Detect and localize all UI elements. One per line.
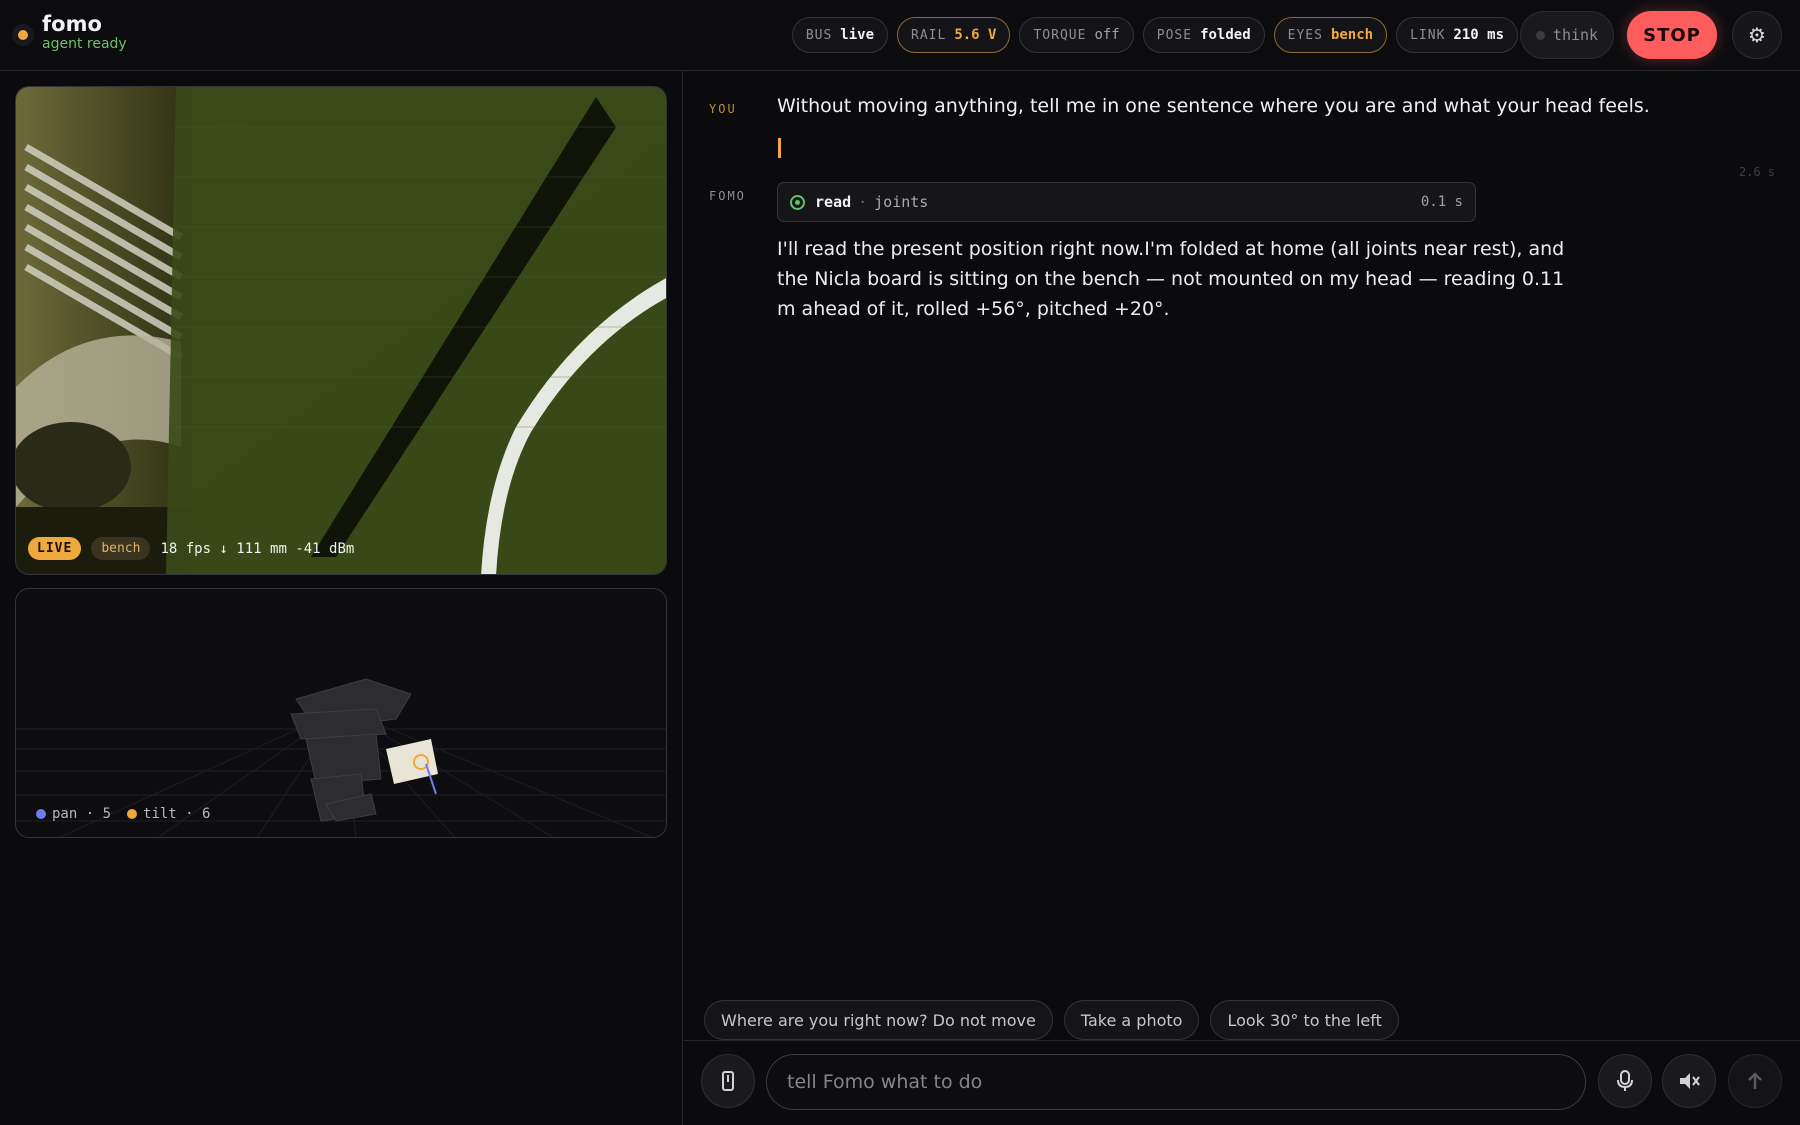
suggestion-chips: Where are you right now? Do not move Tak… <box>704 1000 1399 1040</box>
robot-model <box>16 678 666 837</box>
check-circle-icon <box>790 194 805 210</box>
microphone-icon <box>1617 1070 1633 1091</box>
left-panel: LIVE bench 18 fps ↓ 111 mm -41 dBm pan ·… <box>0 71 683 1125</box>
separator: · <box>858 193 868 211</box>
command-input[interactable] <box>766 1054 1586 1110</box>
brand: fomo agent ready <box>12 12 127 52</box>
user-message: Without moving anything, tell me in one … <box>777 95 1650 117</box>
robot-3d-view[interactable]: pan · 5 tilt · 6 <box>15 588 667 838</box>
status-chips: BUS live RAIL 5.6 V TORQUE off POSE fold… <box>791 17 1518 53</box>
source-badge: bench <box>91 537 151 560</box>
legend-tilt: tilt · 6 <box>127 806 210 822</box>
settings-button[interactable]: ⚙ <box>1732 11 1782 59</box>
suggestion-chip[interactable]: Take a photo <box>1063 1000 1200 1040</box>
gear-icon: ⚙ <box>1748 23 1766 47</box>
live-badge: LIVE <box>28 537 82 560</box>
chip-link[interactable]: LINK 210 ms <box>1396 17 1518 53</box>
think-label: think <box>1552 26 1599 44</box>
chip-value: bench <box>1330 27 1374 43</box>
tool-duration: 0.1 s <box>1420 194 1463 210</box>
legend-label: pan · 5 <box>52 806 112 822</box>
camera-feed[interactable]: LIVE bench 18 fps ↓ 111 mm -41 dBm <box>15 86 667 575</box>
tool-call-card[interactable]: read · joints 0.1 s <box>777 182 1476 222</box>
tilt-dot-icon <box>127 809 138 819</box>
send-arrow-icon <box>1748 1072 1762 1089</box>
tool-arg: joints <box>874 193 929 211</box>
suggestion-chip[interactable]: Where are you right now? Do not move <box>704 1000 1053 1040</box>
camera-stats: 18 fps ↓ 111 mm -41 dBm <box>160 540 355 557</box>
chip-key: EYES <box>1287 27 1323 43</box>
speaker-button[interactable] <box>1662 1054 1716 1108</box>
chip-key: POSE <box>1156 27 1193 43</box>
attach-icon <box>722 1071 734 1091</box>
speaker-muted-icon <box>1680 1073 1700 1089</box>
joint-legend: pan · 5 tilt · 6 <box>36 806 210 822</box>
composer <box>684 1040 1800 1125</box>
chip-value: 5.6 V <box>954 27 997 43</box>
attach-button[interactable] <box>701 1054 755 1108</box>
chip-pose[interactable]: POSE folded <box>1142 17 1265 53</box>
user-label: YOU <box>709 102 737 116</box>
camera-overlay: LIVE bench 18 fps ↓ 111 mm -41 dBm <box>28 537 354 560</box>
chip-key: BUS <box>805 27 833 43</box>
send-button[interactable] <box>1728 1054 1782 1108</box>
tool-name: read <box>815 193 852 211</box>
agent-message: I'll read the present position right now… <box>777 238 1565 320</box>
think-toggle[interactable]: think <box>1520 11 1614 59</box>
chip-torque[interactable]: TORQUE off <box>1019 17 1134 53</box>
think-indicator-icon <box>1535 30 1545 40</box>
chip-value: off <box>1094 27 1120 43</box>
chip-rail[interactable]: RAIL 5.6 V <box>897 17 1011 53</box>
agent-status: agent ready <box>42 36 127 52</box>
chip-key: TORQUE <box>1033 27 1087 43</box>
app-name: fomo <box>42 12 102 36</box>
status-dot-icon <box>12 24 34 46</box>
pan-dot-icon <box>36 809 46 819</box>
chip-key: LINK <box>1410 27 1446 43</box>
chip-key: RAIL <box>911 27 947 43</box>
camera-image <box>16 87 666 574</box>
typing-caret <box>778 138 781 158</box>
suggestion-chip[interactable]: Look 30° to the left <box>1210 1000 1399 1040</box>
stop-button[interactable]: STOP <box>1627 11 1717 59</box>
elapsed-time: 2.6 s <box>1738 165 1775 179</box>
top-bar: fomo agent ready BUS live RAIL 5.6 V TOR… <box>0 0 1800 71</box>
legend-pan: pan · 5 <box>36 806 111 822</box>
agent-label: FOMO <box>709 189 746 203</box>
chip-value: 210 ms <box>1453 27 1504 43</box>
legend-label: tilt · 6 <box>143 806 211 822</box>
chip-value: folded <box>1200 27 1251 43</box>
microphone-button[interactable] <box>1598 1054 1652 1108</box>
chip-eyes[interactable]: EYES bench <box>1273 17 1388 53</box>
chat-panel: YOU Without moving anything, tell me in … <box>684 71 1800 1125</box>
chip-bus[interactable]: BUS live <box>791 17 889 53</box>
chip-value: live <box>840 27 875 43</box>
